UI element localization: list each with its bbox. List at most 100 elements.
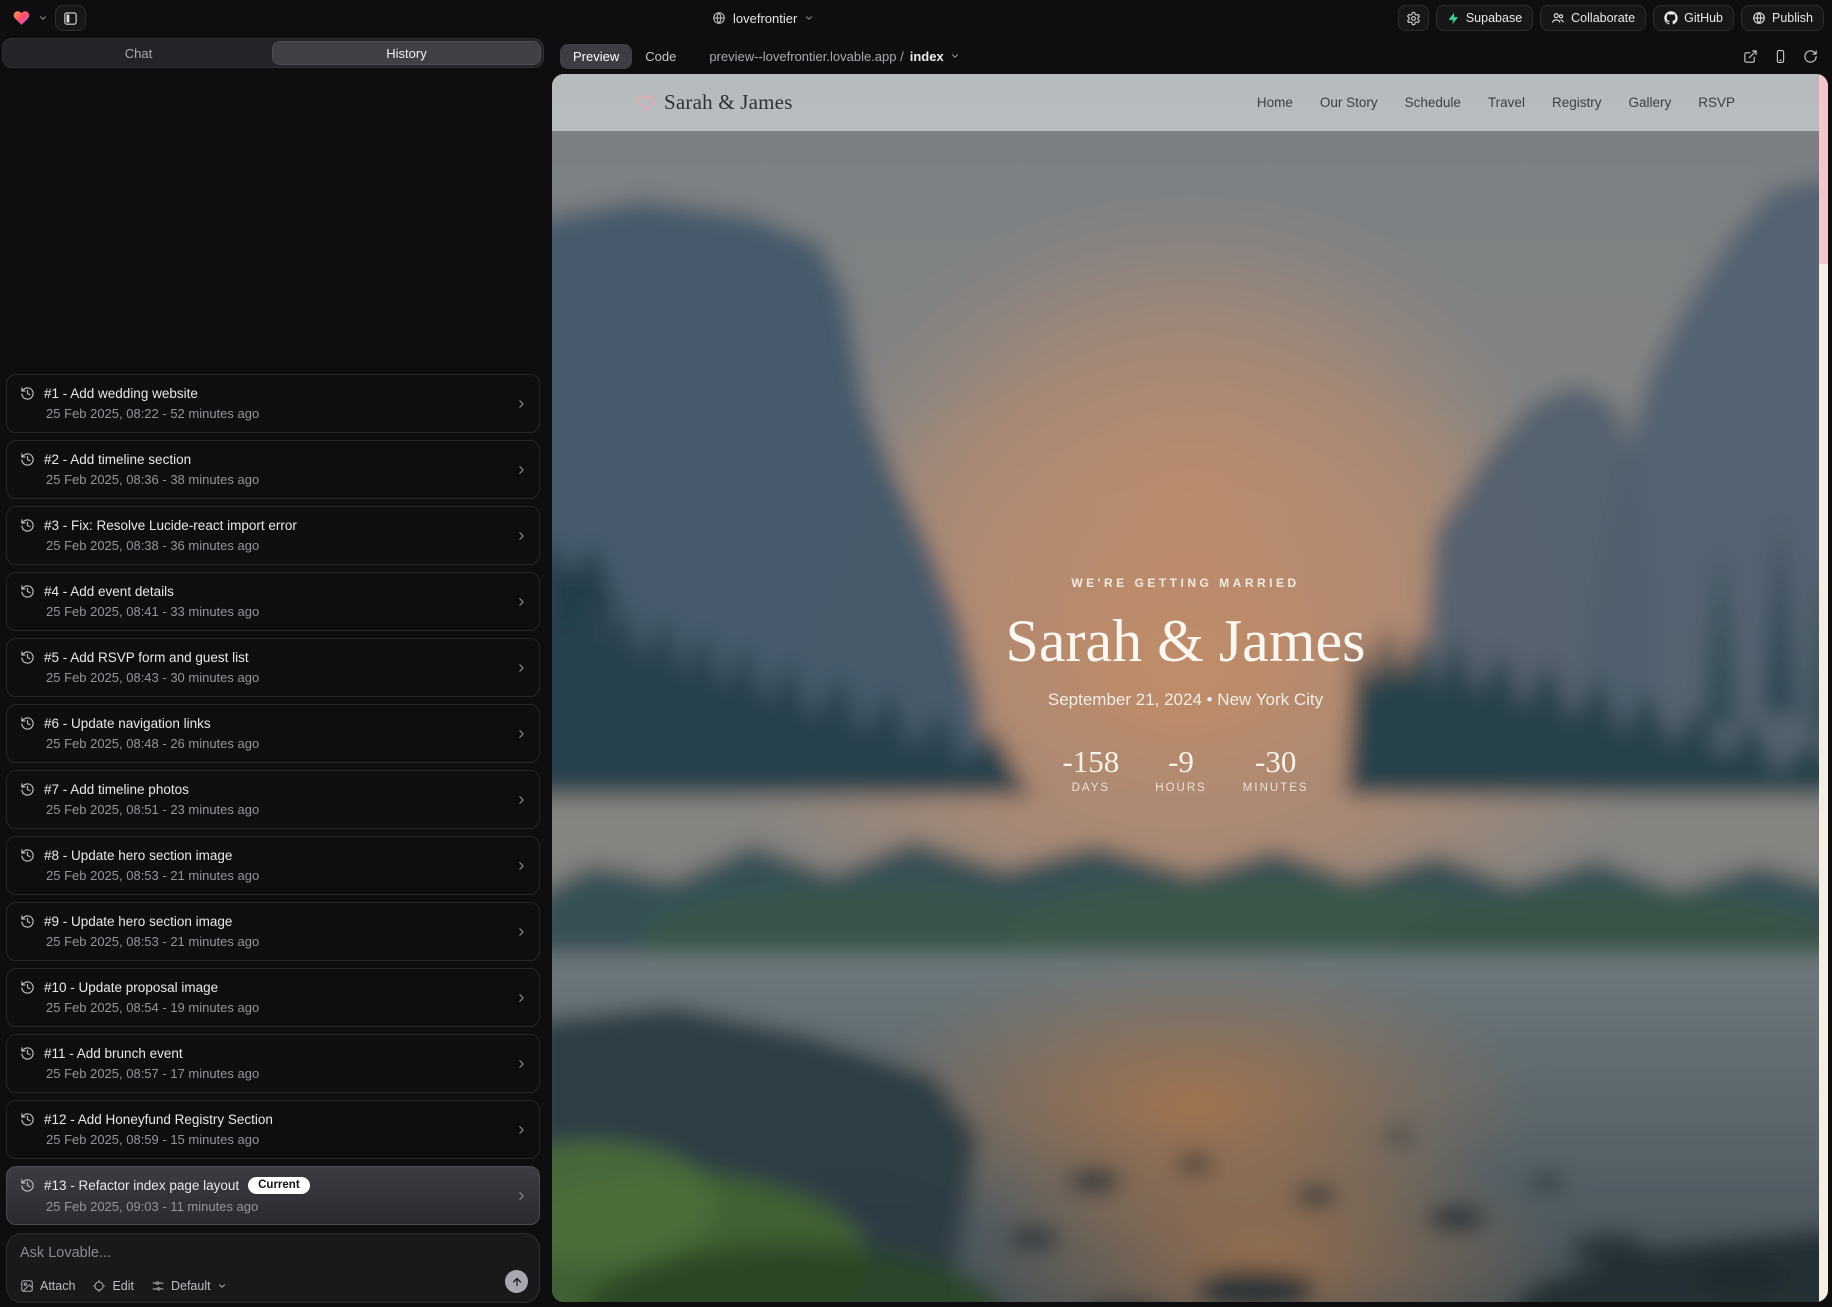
chevron-right-icon[interactable] [515,991,528,1004]
external-link-icon [1743,49,1758,64]
tab-history[interactable]: History [272,41,541,65]
publish-button[interactable]: Publish [1741,5,1824,31]
history-item[interactable]: #12 - Add Honeyfund Registry Section 25 … [6,1100,540,1159]
chevron-right-icon[interactable] [515,397,528,410]
countdown: -158 DAYS -9 HOURS -30 MINUTES [1062,746,1308,794]
site-nav-link[interactable]: Registry [1552,95,1602,110]
countdown-item: -30 MINUTES [1243,746,1309,794]
tab-preview[interactable]: Preview [560,44,632,69]
history-icon [20,1178,35,1193]
chevron-right-icon[interactable] [515,1189,528,1202]
site-nav-link[interactable]: Schedule [1405,95,1461,110]
countdown-label: HOURS [1155,782,1207,794]
hero-date-location: September 21, 2024 • New York City [1048,690,1323,710]
countdown-value: -9 [1155,746,1207,777]
site-nav-link[interactable]: Gallery [1628,95,1671,110]
history-item[interactable]: #1 - Add wedding website 25 Feb 2025, 08… [6,374,540,433]
history-item-timestamp: 25 Feb 2025, 08:43 - 30 minutes ago [46,670,505,685]
chevron-right-icon[interactable] [515,529,528,542]
open-external-button[interactable] [1743,49,1758,64]
github-button[interactable]: GitHub [1653,5,1734,31]
chevron-down-icon[interactable] [38,13,48,23]
history-item-title: #5 - Add RSVP form and guest list [44,650,249,665]
site-nav: Home Our Story Schedule Travel Registry Galle… [1257,95,1735,110]
history-item-title: #4 - Add event details [44,584,174,599]
globe-icon [712,11,726,25]
supabase-icon [1447,12,1460,25]
chevron-right-icon[interactable] [515,463,528,476]
history-icon [20,1046,35,1061]
hero-section: WE'RE GETTING MARRIED Sarah & James Sept… [552,74,1819,1302]
history-item-title: #3 - Fix: Resolve Lucide-react import er… [44,518,297,533]
refresh-button[interactable] [1803,49,1818,64]
history-item[interactable]: #5 - Add RSVP form and guest list 25 Feb… [6,638,540,697]
chevron-down-icon[interactable] [950,51,960,61]
history-item[interactable]: #6 - Update navigation links 25 Feb 2025… [6,704,540,763]
site-nav-link[interactable]: Our Story [1320,95,1378,110]
settings-button[interactable] [1398,5,1429,31]
site-nav-link[interactable]: RSVP [1698,95,1735,110]
edit-button[interactable]: Edit [92,1279,134,1293]
edit-label: Edit [112,1279,134,1293]
history-item[interactable]: #9 - Update hero section image 25 Feb 20… [6,902,540,961]
preview-url-page: index [910,49,944,64]
hero-title: Sarah & James [1006,608,1366,674]
chevron-right-icon[interactable] [515,661,528,674]
countdown-label: MINUTES [1243,782,1309,794]
history-item-timestamp: 25 Feb 2025, 08:48 - 26 minutes ago [46,736,505,751]
sidebar-toggle-button[interactable] [55,5,86,31]
history-item[interactable]: #7 - Add timeline photos 25 Feb 2025, 08… [6,770,540,829]
history-item[interactable]: #8 - Update hero section image 25 Feb 20… [6,836,540,895]
chevron-right-icon[interactable] [515,727,528,740]
lovable-logo-heart-icon[interactable] [12,9,31,27]
panel-left-icon [63,11,78,26]
history-icon [20,386,35,401]
composer-placeholder[interactable]: Ask Lovable... [20,1245,526,1261]
site-brand-name: Sarah & James [664,90,793,115]
chevron-right-icon[interactable] [515,925,528,938]
chevron-right-icon[interactable] [515,1123,528,1136]
history-item[interactable]: #13 - Refactor index page layout Current… [6,1166,540,1225]
history-item[interactable]: #11 - Add brunch event 25 Feb 2025, 08:5… [6,1034,540,1093]
history-item[interactable]: #2 - Add timeline section 25 Feb 2025, 0… [6,440,540,499]
history-item-title: #2 - Add timeline section [44,452,191,467]
countdown-item: -158 DAYS [1062,746,1119,794]
site-scrollbar[interactable] [1819,74,1828,1302]
chat-composer[interactable]: Ask Lovable... Attach Edit Default [6,1233,540,1303]
history-item-title: #12 - Add Honeyfund Registry Section [44,1112,273,1127]
mobile-view-button[interactable] [1773,49,1788,64]
site-scrollbar-thumb[interactable] [1819,74,1828,264]
history-item[interactable]: #4 - Add event details 25 Feb 2025, 08:4… [6,572,540,631]
topbar: lovefrontier Supabase Collaborate Git [0,0,1832,36]
history-item[interactable]: #10 - Update proposal image 25 Feb 2025,… [6,968,540,1027]
chevron-right-icon[interactable] [515,1057,528,1070]
history-item-title: #8 - Update hero section image [44,848,232,863]
chevron-right-icon[interactable] [515,793,528,806]
mode-selector[interactable]: Default [151,1279,227,1293]
history-item-timestamp: 25 Feb 2025, 08:57 - 17 minutes ago [46,1066,505,1081]
project-selector[interactable]: lovefrontier [712,0,814,36]
supabase-button[interactable]: Supabase [1436,5,1533,31]
mode-label: Default [171,1279,211,1293]
history-icon [20,518,35,533]
preview-url[interactable]: preview--lovefrontier.lovable.app / inde… [709,49,959,64]
tab-code[interactable]: Code [632,44,689,69]
history-item[interactable]: #3 - Fix: Resolve Lucide-react import er… [6,506,540,565]
hero-eyebrow: WE'RE GETTING MARRIED [1071,576,1299,590]
chevron-right-icon[interactable] [515,595,528,608]
smartphone-icon [1773,49,1788,64]
history-icon [20,848,35,863]
history-item-timestamp: 25 Feb 2025, 08:54 - 19 minutes ago [46,1000,505,1015]
countdown-value: -30 [1243,746,1309,777]
chevron-right-icon[interactable] [515,859,528,872]
site-nav-link[interactable]: Home [1257,95,1293,110]
attach-button[interactable]: Attach [20,1279,75,1293]
send-button[interactable] [505,1270,528,1293]
history-item-timestamp: 25 Feb 2025, 08:59 - 15 minutes ago [46,1132,505,1147]
site-nav-link[interactable]: Travel [1488,95,1525,110]
history-item-timestamp: 25 Feb 2025, 08:41 - 33 minutes ago [46,604,505,619]
tab-chat[interactable]: Chat [5,41,272,65]
collaborate-button[interactable]: Collaborate [1540,5,1646,31]
sidebar: Chat History #1 - Add wedding website 25… [0,36,546,1307]
site-brand[interactable]: Sarah & James [636,90,793,115]
